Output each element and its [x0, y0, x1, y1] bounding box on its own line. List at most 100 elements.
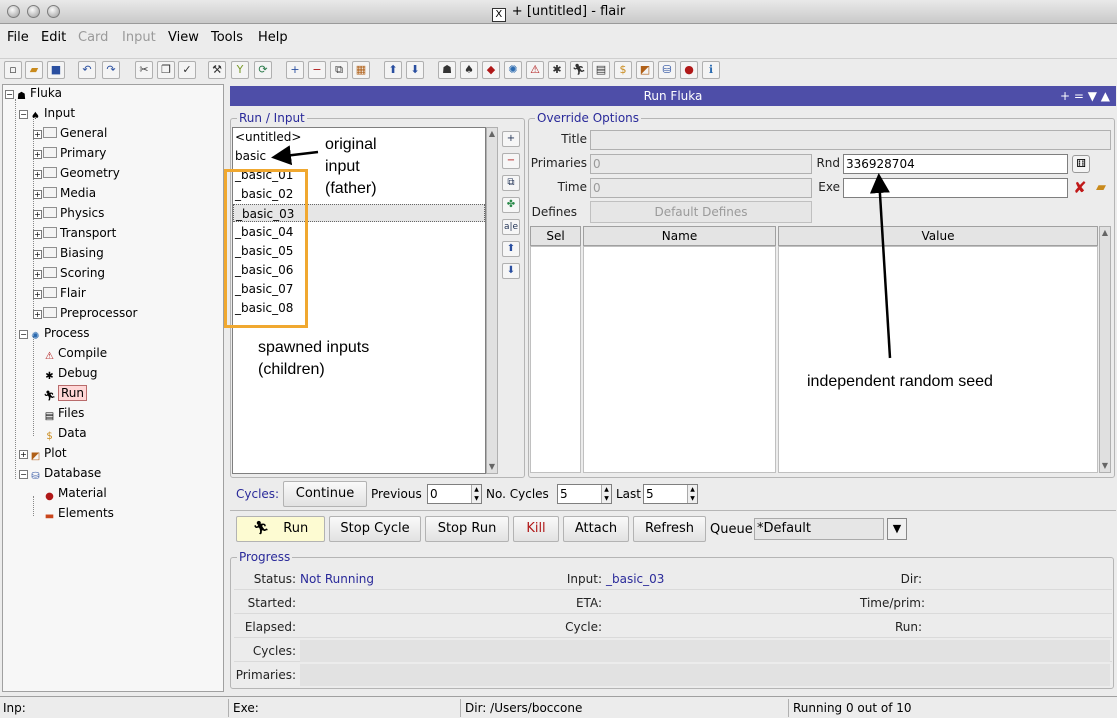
scroll-up-icon[interactable]: ▲ — [1100, 228, 1110, 238]
tree-node-data[interactable]: $ Data — [43, 425, 86, 442]
process-icon[interactable]: ✺ — [504, 61, 522, 79]
tree-node-fluka[interactable]: − ☗ Fluka — [5, 85, 62, 102]
compile-icon[interactable]: ⚠ — [526, 61, 544, 79]
tools-icon[interactable]: ⚒ — [208, 61, 226, 79]
database-icon[interactable]: ⛁ — [658, 61, 676, 79]
info-icon[interactable]: ℹ — [702, 61, 720, 79]
material-ball-icon[interactable]: ● — [680, 61, 698, 79]
add-run-button[interactable]: + — [502, 131, 520, 147]
column-header-name[interactable]: Name — [583, 226, 776, 246]
tree-node-primary[interactable]: + Primary — [33, 145, 106, 162]
scroll-down-icon[interactable]: ▼ — [1100, 461, 1110, 471]
previous-stepper[interactable]: 0 ▲ ▼ — [427, 484, 482, 504]
move-run-down-button[interactable]: ⬇ — [502, 263, 520, 279]
column-header-sel[interactable]: Sel — [530, 226, 581, 246]
geometry-icon[interactable]: ◆ — [482, 61, 500, 79]
value-column[interactable] — [778, 246, 1098, 473]
tree-node-elements[interactable]: ▬ Elements — [43, 505, 114, 522]
scroll-down-icon[interactable]: ▼ — [487, 462, 497, 472]
files-icon[interactable]: ▤ — [592, 61, 610, 79]
menu-view[interactable]: View — [168, 30, 199, 45]
remove-run-button[interactable]: − — [502, 153, 520, 169]
continue-button[interactable]: Continue — [283, 481, 367, 507]
move-run-up-button[interactable]: ⬆ — [502, 241, 520, 257]
tree-node-transport[interactable]: + Transport — [33, 225, 116, 242]
name-column[interactable] — [583, 246, 776, 473]
undo-icon[interactable]: ↶ — [78, 61, 96, 79]
tree-node-debug[interactable]: ✱ Debug — [43, 365, 97, 382]
attach-button[interactable]: Attach — [563, 516, 629, 542]
tree-node-database[interactable]: − ⛁ Database — [19, 465, 101, 482]
stop-run-button[interactable]: Stop Run — [425, 516, 509, 542]
filter-icon[interactable]: Y — [231, 61, 249, 79]
tree-node-scoring[interactable]: + Scoring — [33, 265, 105, 282]
list-item[interactable]: <untitled> — [235, 128, 301, 146]
plot-icon[interactable]: ◩ — [636, 61, 654, 79]
rename-run-button[interactable]: a|e — [502, 219, 520, 235]
move-down-icon[interactable]: ⬇ — [406, 61, 424, 79]
tree-node-plot[interactable]: + ◩ Plot — [19, 445, 67, 462]
redo-icon[interactable]: ↷ — [102, 61, 120, 79]
column-header-value[interactable]: Value — [778, 226, 1098, 246]
data-icon[interactable]: $ — [614, 61, 632, 79]
time-input[interactable]: 0 — [590, 178, 812, 198]
menu-file[interactable]: File — [7, 30, 29, 45]
cut-icon[interactable]: ✂ — [135, 61, 153, 79]
tree-node-files[interactable]: ▤ Files — [43, 405, 85, 422]
kill-button[interactable]: Kill — [513, 516, 559, 542]
card-icon[interactable]: ♠ — [460, 61, 478, 79]
default-defines-button[interactable]: Default Defines — [590, 201, 812, 223]
sel-column[interactable] — [530, 246, 581, 473]
tree-node-process[interactable]: − ✺ Process — [19, 325, 90, 342]
stepper-arrows-icon[interactable]: ▲ ▼ — [687, 485, 697, 503]
clone-icon[interactable]: ⧉ — [330, 61, 348, 79]
spawn-runs-button[interactable]: ✤ — [502, 197, 520, 213]
refresh-button[interactable]: Refresh — [633, 516, 706, 542]
tree-node-geometry[interactable]: + Geometry — [33, 165, 120, 182]
stop-cycle-button[interactable]: Stop Cycle — [329, 516, 421, 542]
tree-node-flair[interactable]: + Flair — [33, 285, 86, 302]
tree-node-material[interactable]: ● Material — [43, 485, 107, 502]
defines-scrollbar[interactable]: ▲ ▼ — [1099, 226, 1111, 473]
menu-card[interactable]: Card — [78, 30, 108, 45]
queue-select[interactable]: *Default — [754, 518, 884, 540]
tree-node-run[interactable]: 🏃︎ Run — [43, 385, 88, 402]
run-button[interactable]: 🏃︎ Run — [236, 516, 325, 542]
exe-input[interactable] — [843, 178, 1068, 198]
menu-help[interactable]: Help — [258, 30, 288, 45]
menu-edit[interactable]: Edit — [41, 30, 66, 45]
tree-node-media[interactable]: + Media — [33, 185, 96, 202]
tree-node-general[interactable]: + General — [33, 125, 107, 142]
stepper-arrows-icon[interactable]: ▲ ▼ — [601, 485, 611, 503]
menu-tools[interactable]: Tools — [211, 30, 243, 45]
menu-input[interactable]: Input — [122, 30, 156, 45]
add-icon[interactable]: + — [286, 61, 304, 79]
dice-icon[interactable]: ⚅ — [1072, 155, 1090, 173]
no-cycles-stepper[interactable]: 5 ▲ ▼ — [557, 484, 612, 504]
remove-icon[interactable]: − — [308, 61, 326, 79]
save-icon[interactable]: ■ — [47, 61, 65, 79]
open-folder-icon[interactable]: ▰ — [1092, 179, 1110, 197]
tree-node-physics[interactable]: + Physics — [33, 205, 104, 222]
debug-icon[interactable]: ✱ — [548, 61, 566, 79]
material-icon[interactable]: ▦ — [352, 61, 370, 79]
clear-icon[interactable]: ✘ — [1072, 179, 1088, 197]
rnd-seed-input[interactable]: 336928704 — [843, 154, 1068, 174]
last-stepper[interactable]: 5 ▲ ▼ — [643, 484, 698, 504]
move-up-icon[interactable]: ⬆ — [384, 61, 402, 79]
tree-node-biasing[interactable]: + Biasing — [33, 245, 104, 262]
open-folder-icon[interactable]: ▰ — [25, 61, 43, 79]
title-input[interactable] — [590, 130, 1111, 150]
tree-node-preprocessor[interactable]: + Preprocessor — [33, 305, 137, 322]
chevron-down-icon[interactable]: ▼ — [887, 518, 907, 540]
paste-icon[interactable]: ✓ — [178, 61, 196, 79]
scroll-up-icon[interactable]: ▲ — [487, 129, 497, 139]
fluka-icon[interactable]: ☗ — [438, 61, 456, 79]
panel-header-buttons[interactable]: + = ▼ ▲ — [1060, 86, 1110, 106]
copy-icon[interactable]: ❐ — [157, 61, 175, 79]
clone-run-button[interactable]: ⧉ — [502, 175, 520, 191]
tree-node-compile[interactable]: ⚠ Compile — [43, 345, 107, 362]
stepper-arrows-icon[interactable]: ▲ ▼ — [471, 485, 481, 503]
tree-node-input[interactable]: − ♠ Input — [19, 105, 75, 122]
refresh-icon[interactable]: ⟳ — [254, 61, 272, 79]
